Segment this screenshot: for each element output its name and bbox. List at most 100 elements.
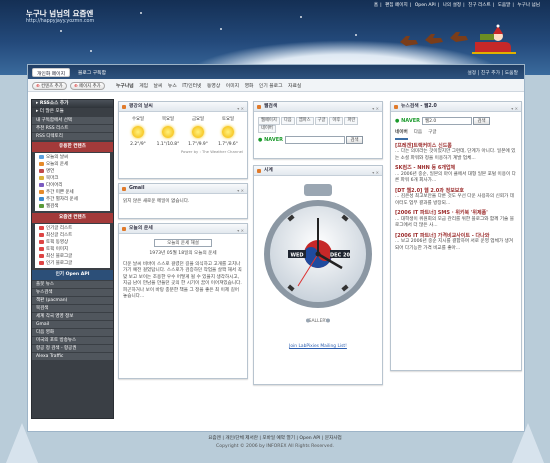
weather-title[interactable]: 평강의 날씨 ▾ ✕ [119, 102, 247, 112]
clock-title[interactable]: 시계 ▾ ✕ [254, 166, 382, 176]
sidebar-item[interactable]: 주간 별자리 운세 [37, 196, 108, 203]
search-input[interactable] [284, 136, 345, 144]
sidebar-item-api[interactable]: Gmail [32, 321, 113, 328]
menu-item-movie[interactable]: 영화 [245, 84, 254, 89]
sidebar-item[interactable]: 웹검색 [37, 203, 108, 210]
widget-controls-icon[interactable]: ▾ ✕ [237, 104, 244, 114]
widget-controls-icon[interactable]: ▾ ✕ [511, 104, 518, 114]
menu-item-home[interactable]: 누구나넘 [116, 84, 134, 89]
menu-item-video[interactable]: 동영상 [207, 84, 220, 89]
sidebar-item-api[interactable]: 세계 각국 영영 정보 [32, 313, 113, 320]
sidebar-item[interactable]: 토픽 동영상 [37, 239, 108, 246]
top-link-home[interactable]: 홈 [374, 3, 378, 8]
search-chip[interactable]: 파란 [344, 117, 359, 125]
sidebar-item-api[interactable]: 뉴스검색 [32, 289, 113, 296]
search-chip[interactable]: 다음 [280, 117, 295, 125]
sidebar-item-api[interactable]: 플봇 뉴스 [32, 281, 113, 288]
widget-controls-icon[interactable]: ▾ ✕ [372, 104, 379, 114]
sidebar-item-rss[interactable]: 추천 RSS 리스트 [32, 125, 113, 132]
weather-day: 수요일 2.2°/9° [130, 117, 146, 147]
sidebar-item-api[interactable]: Alexa Traffic [32, 353, 113, 360]
tab-blog-subscriptions[interactable]: 블로그 구독함 [74, 68, 110, 77]
top-link-help[interactable]: 도움말 [498, 3, 511, 8]
top-link-openapi[interactable]: Open API [415, 3, 436, 8]
news-query-input[interactable]: 웹2.0 [421, 117, 472, 125]
tab-daum[interactable]: 다음 [414, 130, 422, 138]
sidebar-item[interactable]: 최신글 리스트 [37, 232, 108, 239]
site-url[interactable]: http://happyjayy.yozmn.com [26, 19, 94, 24]
nav-add-friend-link[interactable]: 친구 추가 [481, 71, 500, 76]
footer-link[interactable]: 문자사업 [325, 436, 342, 441]
search-chip[interactable]: 네이버 [258, 125, 276, 133]
search-chip[interactable]: 구글 [314, 117, 329, 125]
footer-link[interactable]: 개인/단체 제서란 [225, 436, 258, 441]
search-chip[interactable]: 웹페이지 [258, 117, 280, 125]
add-content-button[interactable]: ⊕ 컨텐츠 추가 [32, 82, 67, 90]
sidebar-item-api[interactable]: 항공 정 검색 - 항공권 [32, 345, 113, 352]
nav-settings-link[interactable]: 설정 [467, 71, 476, 76]
sidebar-item[interactable]: 북마크 [37, 175, 108, 182]
menu-item-weather[interactable]: 날씨 [154, 84, 163, 89]
sidebar-item[interactable]: 명언 [37, 168, 108, 175]
news-search-button[interactable]: 검색 [473, 117, 490, 125]
top-link-friends[interactable]: 친구 리스트 [468, 3, 491, 8]
blog-icon [39, 253, 44, 258]
nav-help-link[interactable]: 도움말 [505, 71, 518, 76]
list-icon [39, 232, 44, 237]
news-list: [프레겐]트랙커미스 신드롬 ... 다는 의미라는 것이었지만 그런데, 단계… [395, 143, 517, 253]
footer-link[interactable]: 요즘엔 [208, 436, 221, 441]
sidebar-item-rss[interactable]: RSS 디렉토리 [32, 133, 113, 140]
sidebar-item[interactable]: 토픽 이미지 [37, 246, 108, 253]
gmail-title[interactable]: Gmail ▾ ✕ [119, 184, 247, 194]
add-page-label: 페이지 추가 [79, 84, 101, 89]
fortune-title[interactable]: 오늘의 운세 ▾ ✕ [119, 224, 247, 234]
widget-controls-icon[interactable]: ▾ ✕ [237, 186, 244, 196]
category-menu: 누구나넘 게임 날씨 뉴스 IT/인터넷 동영상 이미지 영화 인기 블로그 자… [116, 82, 305, 89]
menu-item-it[interactable]: IT/인터넷 [182, 84, 201, 89]
sidebar-item[interactable]: 오늘의 운세 [37, 161, 108, 168]
sidebar-item[interactable]: 오늘의 날씨 [37, 154, 108, 161]
menu-item-image[interactable]: 이미지 [226, 84, 239, 89]
sidebar: ▸ RSS소스 추가 ▸ 더 많은 모듈 내 구독함에서 선택 추천 RSS 리… [31, 99, 114, 419]
footer-link[interactable]: 모바일 예약 열기 [262, 436, 295, 441]
sidebar-item-api[interactable]: 책판 (pacman) [32, 297, 113, 304]
sidebar-item-api[interactable]: 미국의 포토 방송뉴스 [32, 337, 113, 344]
clock-gallery-link[interactable]: GALLERY [308, 318, 328, 324]
weather-forecast: 수요일 2.2°/9° 목요일 1.1°/10.8° 금요일 1.7°/9.9° 토요… [119, 112, 247, 147]
search-title[interactable]: 웹검색 ▾ ✕ [254, 102, 382, 112]
sidebar-item[interactable]: 최신 블로그글 [37, 253, 108, 260]
search-chip[interactable]: 엠파스 [295, 117, 314, 125]
menu-item-game[interactable]: 게임 [139, 84, 148, 89]
sidebar-item-api[interactable]: 다음 영화 [32, 329, 113, 336]
menu-item-archive[interactable]: 자료실 [288, 84, 301, 89]
sidebar-item[interactable]: 인기글 리스트 [37, 225, 108, 232]
top-link-user[interactable]: 누구나 넘님 [517, 3, 540, 8]
site-title[interactable]: 누구나 넘님의 요즘엔 [26, 8, 93, 19]
search-button[interactable]: 검색 [346, 136, 363, 144]
tab-google[interactable]: 구글 [428, 130, 436, 138]
widget-controls-icon[interactable]: ▾ ✕ [237, 226, 244, 236]
footer-link[interactable]: Open API [299, 436, 320, 441]
top-link-settings[interactable]: 나의 설정 [443, 3, 461, 8]
tab-naver[interactable]: 네이버 [395, 130, 408, 140]
sidebar-item[interactable]: 주간 미쁜 운세 [37, 189, 108, 196]
search-chip[interactable]: 야후 [329, 117, 344, 125]
sidebar-item[interactable]: 다이어리 [37, 182, 108, 189]
top-link-edit[interactable]: 편집 페이지 [385, 3, 408, 8]
fortune-select[interactable]: 오늘의 운세 해설 [154, 239, 212, 247]
sun-icon [162, 126, 174, 138]
clock-date: DEC 20 [330, 253, 350, 259]
widget-controls-icon[interactable]: ▾ ✕ [372, 168, 379, 178]
weather-source[interactable]: Power by : The Weather Channel [119, 147, 247, 156]
news-title[interactable]: 뉴스검색 - 웹2.0 ▾ ✕ [391, 102, 521, 112]
video-icon [39, 239, 44, 244]
menu-item-news[interactable]: 뉴스 [168, 84, 177, 89]
menu-item-popular-blog[interactable]: 인기 블로그 [259, 84, 283, 89]
fortune-widget: 오늘의 운세 ▾ ✕ 오늘의 운세 해설 1973년 05월 18일의 오늘의 운… [118, 223, 248, 379]
sidebar-item-api[interactable]: 북검색 [32, 305, 113, 312]
add-page-button[interactable]: ⊕ 페이지 추가 [70, 82, 105, 90]
sidebar-more-modules[interactable]: ▸ 더 많은 모듈 [32, 108, 113, 116]
tab-personal-page[interactable]: 개인화 페이지 [32, 68, 71, 77]
sidebar-item-rss[interactable]: 내 구독함에서 선택 [32, 117, 113, 124]
sidebar-item[interactable]: 인기 블로그글 [37, 260, 108, 267]
